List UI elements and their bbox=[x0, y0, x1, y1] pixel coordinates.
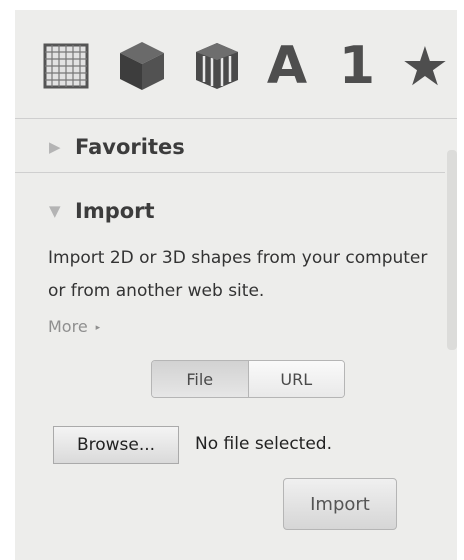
shapes-panel: A 1 ★ ▶ Favorites ▼ Import Import 2D or … bbox=[15, 10, 457, 560]
import-title: Import bbox=[75, 199, 155, 223]
source-toggle: File URL bbox=[151, 360, 345, 398]
box-tool[interactable] bbox=[114, 38, 170, 94]
import-button[interactable]: Import bbox=[283, 478, 397, 530]
cube-icon bbox=[120, 42, 164, 90]
import-section-header[interactable]: ▼ Import bbox=[15, 186, 445, 236]
more-arrow-icon: ▸ bbox=[95, 322, 101, 333]
favorites-title: Favorites bbox=[75, 135, 185, 159]
grid-icon bbox=[43, 43, 89, 89]
star-icon[interactable]: ★ bbox=[396, 35, 454, 98]
panel-scrollbar[interactable] bbox=[447, 150, 457, 350]
more-label: More bbox=[48, 317, 88, 336]
cylinder-tool[interactable] bbox=[189, 38, 245, 94]
collapsed-triangle-icon: ▶ bbox=[49, 138, 61, 156]
more-link[interactable]: More ▸ bbox=[48, 317, 100, 336]
grid-tool[interactable] bbox=[42, 38, 90, 94]
cylinder-icon bbox=[196, 43, 238, 89]
url-toggle-button[interactable]: URL bbox=[248, 361, 344, 397]
letter-icon[interactable]: A bbox=[259, 36, 315, 96]
shape-category-toolbar: A 1 ★ bbox=[15, 10, 457, 119]
expanded-triangle-icon: ▼ bbox=[49, 202, 61, 220]
import-description: Import 2D or 3D shapes from your compute… bbox=[48, 248, 428, 301]
browse-button[interactable]: Browse... bbox=[53, 426, 179, 464]
file-toggle-button[interactable]: File bbox=[152, 361, 249, 397]
favorites-section-header[interactable]: ▶ Favorites bbox=[15, 122, 445, 173]
file-status: No file selected. bbox=[195, 434, 332, 454]
number-icon[interactable]: 1 bbox=[337, 36, 377, 96]
